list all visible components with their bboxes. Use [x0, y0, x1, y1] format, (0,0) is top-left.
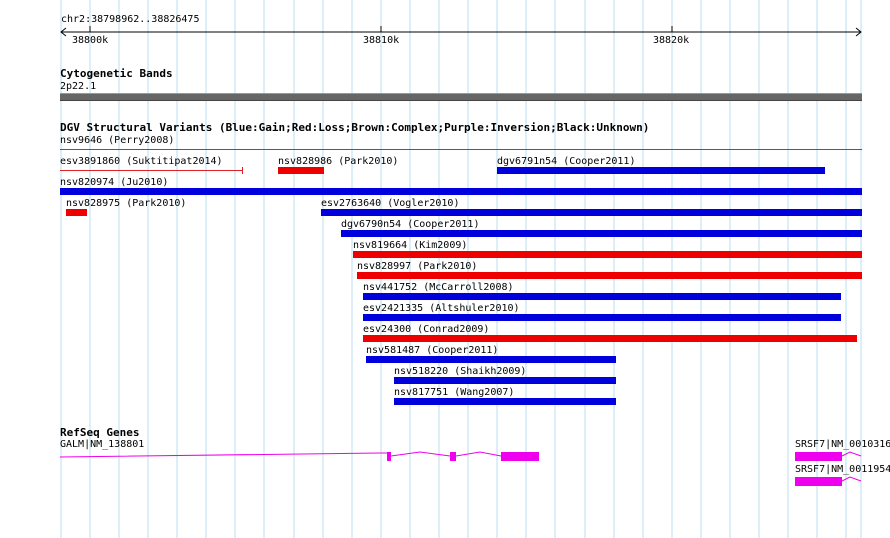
dgv-track-title: DGV Structural Variants (Blue:Gain;Red:L… — [60, 121, 650, 134]
variant-bar[interactable] — [497, 167, 825, 174]
variant-line[interactable] — [60, 170, 243, 171]
variant-bar[interactable] — [366, 356, 616, 363]
variant-bar[interactable] — [394, 377, 616, 384]
tick-label-38810k: 38810k — [363, 35, 400, 46]
gene-model-srsf7-2[interactable] — [0, 470, 890, 500]
variant-line[interactable] — [60, 149, 862, 150]
variant-line-end — [242, 167, 243, 174]
variant-bar[interactable] — [66, 209, 87, 216]
variant-label[interactable]: nsv9646 (Perry2008) — [60, 135, 174, 147]
variant-bar[interactable] — [363, 314, 841, 321]
variant-bar[interactable] — [341, 230, 862, 237]
variant-bar[interactable] — [363, 335, 857, 342]
variant-bar[interactable] — [60, 188, 862, 195]
variant-bar[interactable] — [363, 293, 841, 300]
tick-label-38820k: 38820k — [653, 35, 690, 46]
cytoband-bar[interactable] — [60, 93, 862, 101]
tick-label-38800k: 38800k — [72, 35, 109, 46]
refseq-track-title: RefSeq Genes — [60, 426, 140, 439]
variant-bar[interactable] — [278, 167, 324, 174]
variant-bar[interactable] — [394, 398, 616, 405]
ruler-axis[interactable] — [0, 22, 890, 44]
variant-bar[interactable] — [321, 209, 862, 216]
variant-bar[interactable] — [357, 272, 862, 279]
variant-bar[interactable] — [353, 251, 862, 258]
cytoband-track-title: Cytogenetic Bands — [60, 67, 173, 80]
variant-label[interactable]: esv3891860 (Suktitipat2014) — [60, 156, 223, 168]
cytoband-label: 2p22.1 — [60, 81, 97, 92]
